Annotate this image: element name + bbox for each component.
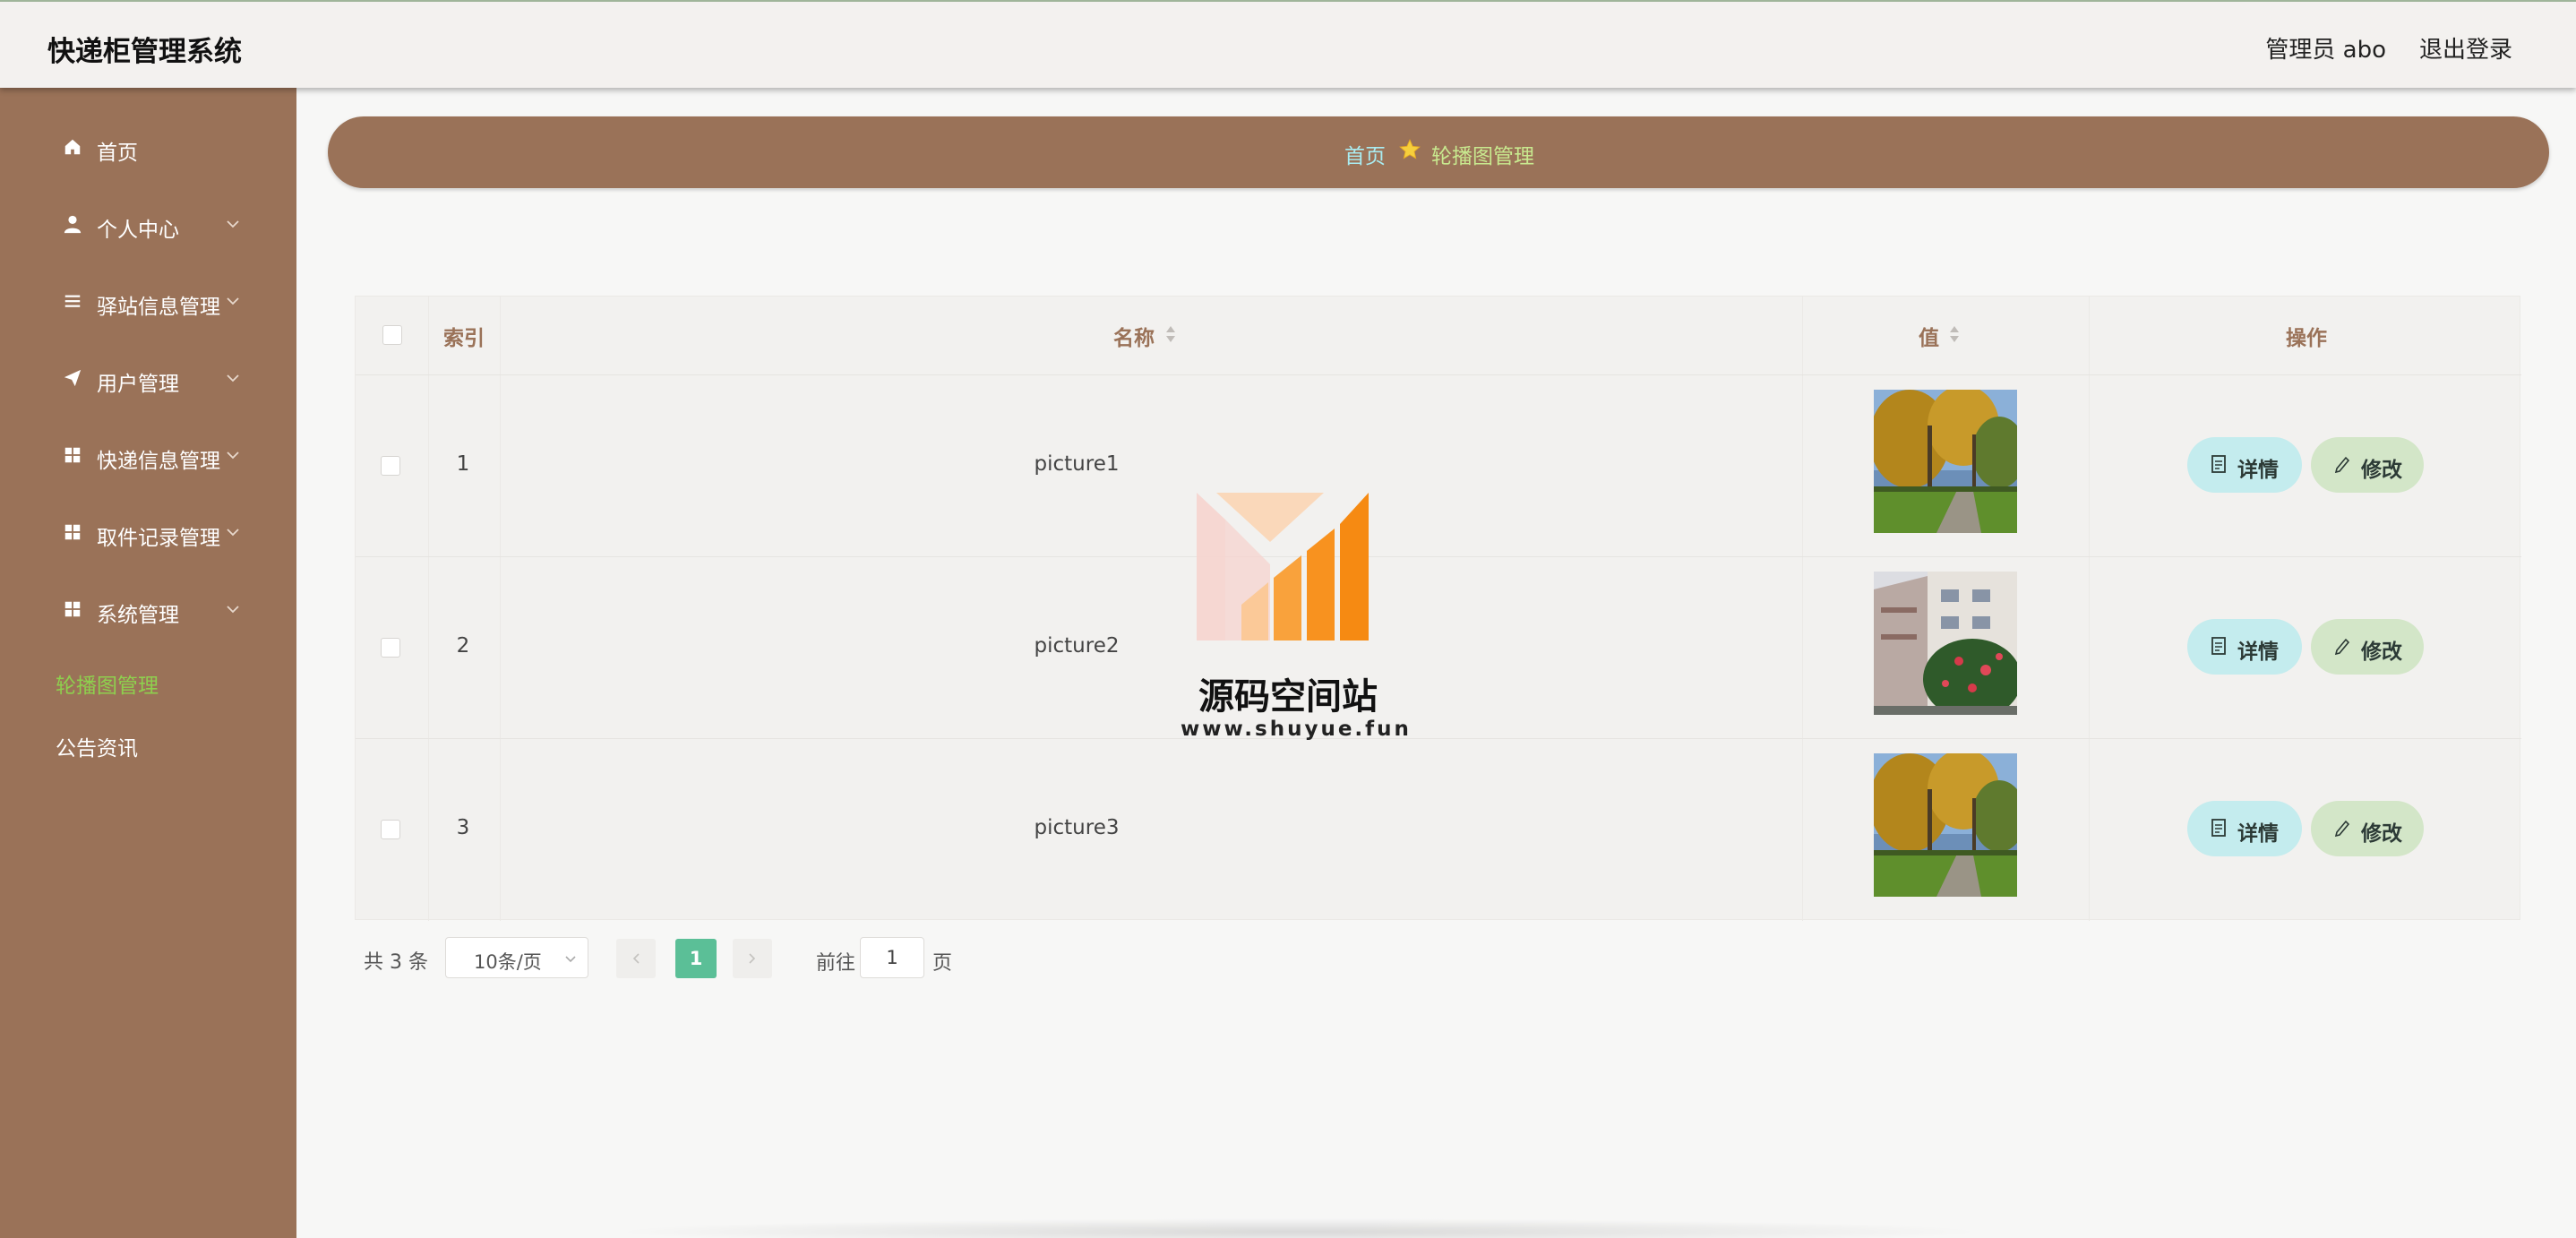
sidebar-subitem-carousel[interactable]: 轮播图管理 [56, 668, 159, 699]
edit-button-label: 修改 [2361, 822, 2402, 846]
sidebar-item-home[interactable]: 首页 [0, 120, 296, 174]
watermark: 源码空间站 www.shuyue.fun [1181, 488, 1412, 748]
row-checkbox[interactable] [381, 638, 400, 658]
sidebar-item-label: 用户管理 [97, 373, 179, 396]
pencil-icon [2334, 638, 2350, 655]
breadcrumb-home-link[interactable]: 首页 [1344, 139, 1386, 169]
next-page-button[interactable] [733, 939, 772, 978]
bottom-shadow [609, 1218, 1988, 1238]
breadcrumb-current: 轮播图管理 [1431, 145, 1534, 168]
sidebar-item-pickup-records[interactable]: 取件记录管理 [0, 505, 296, 559]
sidebar-item-system-management[interactable]: 系统管理 [0, 582, 296, 636]
sidebar-item-label: 取件记录管理 [97, 527, 220, 550]
sidebar-item-user-management[interactable]: 用户管理 [0, 351, 296, 405]
total-count: 共 3 条 [364, 951, 428, 974]
page-size-select[interactable]: 10条/页 [445, 937, 588, 978]
breadcrumb: 首页 轮播图管理 [328, 116, 2549, 188]
detail-button-label: 详情 [2237, 822, 2279, 846]
carousel-thumbnail[interactable] [1874, 572, 2017, 715]
goto-page-input[interactable] [860, 937, 924, 978]
sidebar-subitem-announcements[interactable]: 公告资讯 [56, 731, 138, 761]
sort-icon[interactable] [1948, 324, 1961, 344]
carousel-thumbnail[interactable] [1874, 390, 2017, 533]
pencil-icon [2334, 456, 2350, 473]
sort-icon[interactable] [1164, 324, 1177, 344]
chevron-up-icon [227, 606, 239, 614]
grid-icon [64, 524, 81, 540]
document-icon [2211, 637, 2226, 655]
carousel-table: 索引 名称 值 操作 1 picture1 详情 修改 2 picture2 详… [355, 296, 2521, 921]
carousel-thumbnail[interactable] [1874, 753, 2017, 897]
select-all-checkbox[interactable] [382, 325, 402, 345]
page-number-current[interactable]: 1 [675, 939, 717, 978]
row-name: picture1 [1034, 452, 1120, 476]
watermark-logo [1197, 493, 1369, 640]
row-divider [356, 374, 2521, 375]
chevron-down-icon [227, 297, 239, 305]
column-header-value[interactable]: 值 [1919, 321, 1939, 351]
watermark-url: www.shuyue.fun [1181, 718, 1412, 741]
document-icon [2211, 455, 2226, 473]
prev-page-button[interactable] [616, 939, 656, 978]
list-icon [64, 295, 81, 307]
watermark-title: 源码空间站 [1198, 676, 1378, 718]
admin-user-label: 管理员 abo [2265, 37, 2386, 64]
row-name: picture3 [1034, 816, 1120, 839]
edit-button[interactable]: 修改 [2311, 801, 2424, 856]
user-icon [64, 215, 82, 234]
sidebar-item-personal-center[interactable]: 个人中心 [0, 197, 296, 251]
column-header-actions: 操作 [2286, 327, 2327, 350]
chevron-down-icon [227, 529, 239, 537]
top-bar: 快递柜管理系统 管理员 abo 退出登录 [0, 0, 2576, 88]
logout-button[interactable]: 退出登录 [2419, 31, 2512, 64]
grid-icon [64, 447, 81, 463]
chevron-down-icon [227, 374, 239, 383]
chevron-right-icon [749, 953, 756, 964]
sidebar-item-express-info[interactable]: 快递信息管理 [0, 428, 296, 482]
sidebar-item-station-info[interactable]: 驿站信息管理 [0, 274, 296, 328]
detail-button[interactable]: 详情 [2187, 619, 2302, 675]
edit-button[interactable]: 修改 [2311, 437, 2424, 493]
pencil-icon [2334, 820, 2350, 837]
detail-button-label: 详情 [2237, 640, 2279, 664]
row-checkbox[interactable] [381, 820, 400, 839]
chevron-down-icon [565, 956, 576, 963]
column-divider [1802, 297, 1803, 921]
row-name: picture2 [1034, 634, 1120, 658]
detail-button[interactable]: 详情 [2187, 437, 2302, 493]
row-checkbox[interactable] [381, 456, 400, 476]
send-icon [64, 369, 82, 387]
sidebar-item-label: 首页 [97, 142, 138, 165]
edit-button[interactable]: 修改 [2311, 619, 2424, 675]
detail-button[interactable]: 详情 [2187, 801, 2302, 856]
star-icon [1399, 139, 1421, 159]
page-size-value: 10条/页 [474, 951, 542, 973]
chevron-down-icon [227, 220, 239, 228]
goto-label: 前往 [816, 952, 856, 975]
chevron-down-icon [227, 451, 239, 460]
sidebar-item-label: 快递信息管理 [97, 450, 220, 473]
row-divider [356, 556, 2521, 557]
app-title: 快递柜管理系统 [47, 36, 242, 68]
goto-suffix: 页 [932, 952, 953, 975]
pagination: 共 3 条 10条/页 1 前往 页 [355, 937, 1161, 980]
grid-icon [64, 601, 81, 617]
detail-button-label: 详情 [2237, 459, 2279, 482]
sidebar-item-label: 系统管理 [97, 604, 179, 627]
edit-button-label: 修改 [2361, 640, 2402, 664]
sidebar-item-label: 驿站信息管理 [97, 296, 220, 319]
chevron-left-icon [632, 953, 640, 964]
sidebar: 首页 个人中心 驿站信息管理 用户管理 快递信息管理 取件记录管理 系统管理 轮… [0, 88, 296, 1238]
document-icon [2211, 819, 2226, 837]
column-divider [2089, 297, 2090, 921]
sidebar-item-label: 个人中心 [97, 219, 179, 242]
column-header-index: 索引 [443, 327, 485, 350]
column-header-name[interactable]: 名称 [1113, 321, 1155, 351]
row-divider [356, 738, 2521, 739]
edit-button-label: 修改 [2361, 459, 2402, 482]
home-icon [64, 139, 81, 155]
